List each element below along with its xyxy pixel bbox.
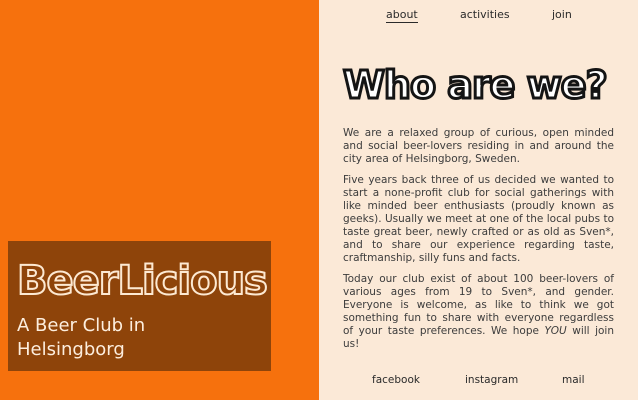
nav-link-activities[interactable]: activities [460,8,510,22]
about-text: We are a relaxed group of curious, open … [343,127,614,359]
emphasis-you: YOU [544,325,567,337]
paragraph-history: Five years back three of us decided we w… [343,174,614,264]
nav-link-join[interactable]: join [552,8,572,22]
footer-link-mail[interactable]: mail [562,373,585,387]
footer-links: facebook instagram mail [319,373,638,387]
hero-panel: BeerLicious A Beer Club in Helsingborg [0,0,319,400]
footer-link-instagram[interactable]: instagram [465,373,518,387]
brand-title: BeerLicious [16,257,269,305]
content-panel: about activities join Who are we? We are… [319,0,638,400]
page-heading: Who are we? [342,62,610,109]
nav-link-about[interactable]: about [386,8,418,23]
brand-box: BeerLicious A Beer Club in Helsingborg [8,241,271,371]
paragraph-intro: We are a relaxed group of curious, open … [343,127,614,165]
paragraph-members: Today our club exist of about 100 beer-l… [343,273,614,351]
brand-tagline: A Beer Club in Helsingborg [17,315,146,360]
top-nav: about activities join [319,8,638,24]
footer-link-facebook[interactable]: facebook [372,373,420,387]
